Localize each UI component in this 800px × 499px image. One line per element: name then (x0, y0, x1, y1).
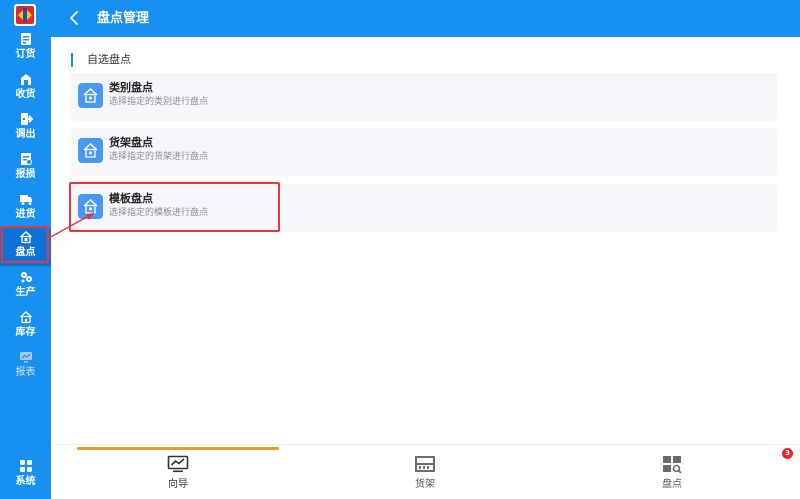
annotation-arrow (48, 212, 95, 239)
app-root: 订货 收货 调出 报损 进货 盘点 生产 库存 报表 系统 盘点管理 自选盘点 … (0, 0, 800, 499)
